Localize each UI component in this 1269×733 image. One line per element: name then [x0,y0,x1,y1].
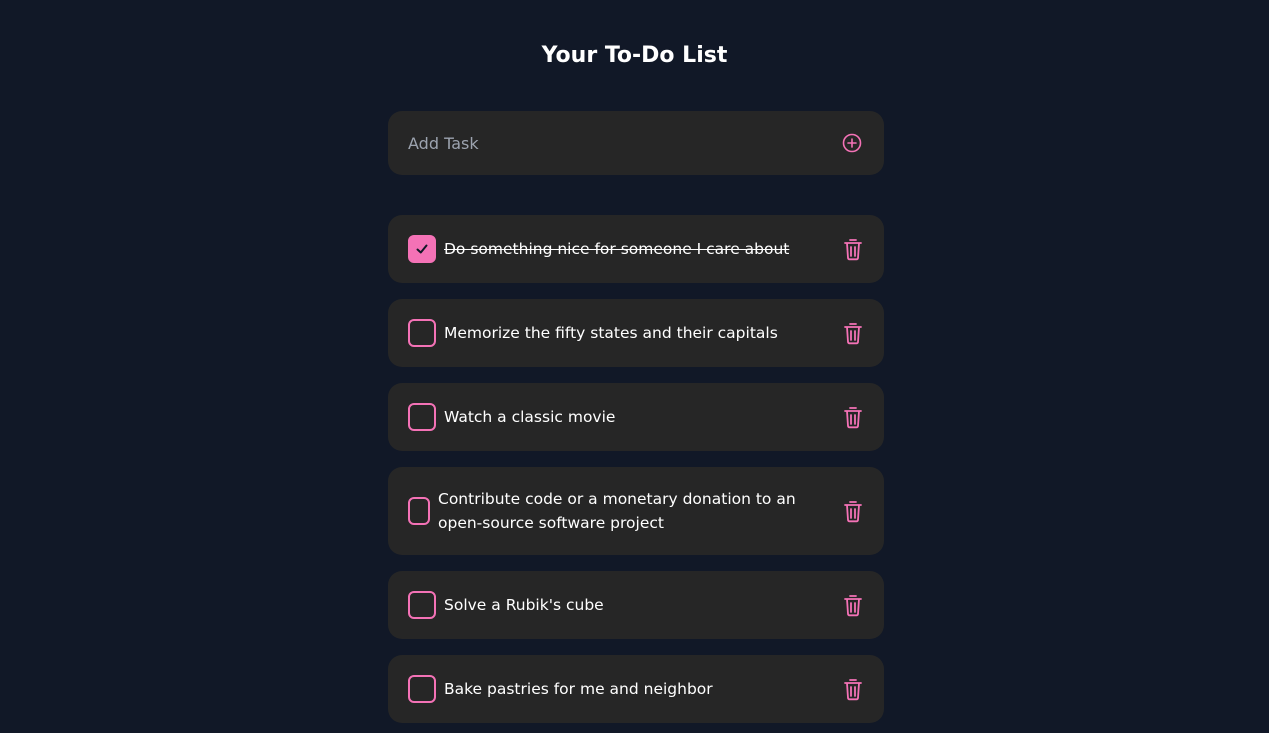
task-text: Bake pastries for me and neighbor [444,680,713,698]
task-checkbox[interactable] [408,403,436,431]
trash-icon[interactable] [842,593,864,617]
plus-circle-icon[interactable] [842,133,862,153]
add-task-bar [388,111,884,175]
task-text: Do something nice for someone I care abo… [444,240,790,258]
task-item: Do something nice for someone I care abo… [388,215,884,283]
check-icon [416,244,428,254]
todo-app: Your To-Do List Do something nice for so… [0,0,1269,733]
task-checkbox[interactable] [408,497,430,525]
task-checkbox[interactable] [408,675,436,703]
trash-icon[interactable] [842,677,864,701]
trash-icon[interactable] [842,405,864,429]
trash-icon[interactable] [842,499,864,523]
add-task-input[interactable] [408,111,828,175]
task-item: Bake pastries for me and neighbor [388,655,884,723]
task-text: Solve a Rubik's cube [444,596,604,614]
task-checkbox[interactable] [408,591,436,619]
task-item: Watch a classic movie [388,383,884,451]
task-checkbox[interactable] [408,235,436,263]
task-text: Watch a classic movie [444,408,616,426]
page-title: Your To-Do List [541,43,728,68]
task-item: Solve a Rubik's cube [388,571,884,639]
task-text: Memorize the fifty states and their capi… [444,324,778,342]
task-list: Do something nice for someone I care abo… [388,215,884,733]
task-item: Contribute code or a monetary donation t… [388,467,884,555]
trash-icon[interactable] [842,237,864,261]
task-item: Memorize the fifty states and their capi… [388,299,884,367]
task-checkbox[interactable] [408,319,436,347]
trash-icon[interactable] [842,321,864,345]
task-text: Contribute code or a monetary donation t… [438,490,796,532]
